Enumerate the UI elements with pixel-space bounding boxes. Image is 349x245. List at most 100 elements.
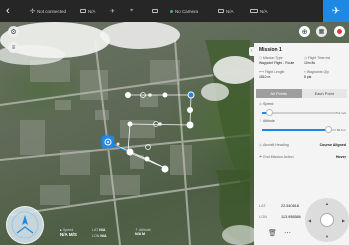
flight-length-cell: ⟷ Flight Length 1810 m	[259, 70, 284, 79]
connection-status: ✣ Not connected	[30, 0, 66, 22]
lat-value: 22.540818	[281, 204, 299, 208]
panel-collapse-handle[interactable]: ›	[249, 47, 254, 56]
app-root: ‹ ✣ Not connected N/A ✈ ⌖ No Camera N/A	[0, 0, 349, 245]
signal-icon	[80, 9, 86, 13]
map-settings-button[interactable]: ⚙	[8, 26, 19, 37]
tab-each-point[interactable]: Each Point	[301, 89, 347, 98]
crosshair-icon: ⊕	[301, 28, 308, 36]
plane-icon: ✈	[331, 5, 341, 17]
layers-icon: ≡	[11, 44, 16, 51]
speed-slider-handle[interactable]	[265, 109, 273, 116]
ruler-icon: ⟷	[259, 70, 264, 74]
route-icon: ⬡	[259, 56, 262, 60]
flight-length-value: 1810 m	[259, 75, 271, 79]
arrow-down-icon[interactable]: ▼	[325, 234, 329, 239]
telemetry-alt-value: N/A M	[135, 232, 146, 236]
lat-label: LAT	[259, 204, 266, 208]
lon-label: LON	[259, 215, 267, 219]
gps-status: ⌖	[130, 0, 133, 22]
altitude-label: Altitude	[262, 119, 275, 123]
telemetry-lon-label: LON	[92, 234, 100, 238]
end-action-value: Hover	[335, 155, 346, 159]
locate-button[interactable]: ⊕	[299, 26, 310, 37]
speed-value: 5.0 m/s	[336, 110, 346, 115]
waypoint-tools-icon: ⋯	[284, 230, 291, 237]
end-action-icon: ⚑	[259, 155, 263, 159]
altitude-slider-fill	[262, 129, 329, 131]
home-point-marker[interactable]	[100, 134, 116, 150]
gear-icon: ⚙	[10, 28, 17, 36]
chevron-left-icon: ‹	[6, 5, 10, 17]
record-icon	[337, 29, 342, 34]
point-tabs: All Points Each Point	[256, 89, 347, 98]
waypoints-label: Waypoints Qty	[306, 70, 329, 74]
gps-icon: ⌖	[130, 7, 134, 14]
lon-row: LON 113.958586	[259, 215, 301, 219]
waypoints-value: 8 pts	[304, 75, 312, 79]
map-mode-button[interactable]: ▦	[316, 26, 327, 37]
flight-time-value: 10m 8s	[304, 61, 316, 65]
battery-icon	[250, 9, 258, 13]
pin-icon: ⌖	[304, 70, 306, 74]
end-action-label: End Mission Action	[263, 155, 294, 159]
storage-icon	[218, 9, 224, 13]
connection-text: Not connected	[37, 8, 67, 14]
heading-row[interactable]: ◎ Aircraft Heading Course Aligned	[259, 143, 346, 147]
altitude-label-row: ⇡ Altitude	[259, 119, 275, 123]
satellite-icon: ✈	[110, 8, 116, 15]
heading-value: Course Aligned	[319, 143, 346, 147]
mission-type-value: Waypoint Flight - Route	[259, 61, 295, 65]
altitude-value: 50.0 m	[336, 127, 346, 132]
speed-icon: ⊙	[259, 102, 263, 106]
rc-status	[152, 0, 158, 22]
telemetry-lon: LON N/A	[92, 234, 107, 238]
trash-icon: 🗑	[268, 230, 277, 237]
flight-mode-button[interactable]: ✈	[323, 0, 349, 22]
arrow-left-icon[interactable]: ◀	[308, 218, 311, 223]
back-button[interactable]: ‹	[6, 0, 10, 22]
camera-text: No Camera	[175, 8, 199, 14]
speed-label-row: ⊙ Speed	[259, 102, 273, 106]
telemetry-speed-value: N/A M/S	[60, 232, 77, 237]
lon-value: 113.958586	[281, 215, 301, 219]
altitude-slider[interactable]	[262, 126, 336, 133]
more-button[interactable]: ⋯	[284, 229, 291, 237]
tab-all-points[interactable]: All Points	[256, 89, 302, 98]
telemetry-altitude: ⇡ Altitude N/A M	[135, 228, 151, 236]
altitude-slider-handle[interactable]	[325, 126, 333, 133]
delete-button[interactable]: 🗑	[268, 229, 277, 237]
satellite-status: ✈	[110, 0, 115, 22]
status-bar: ‹ ✣ Not connected N/A ✈ ⌖ No Camera N/A	[0, 0, 349, 22]
grid-icon: ▦	[318, 29, 325, 35]
speed-label: Speed	[263, 102, 274, 106]
compass-widget[interactable]	[6, 206, 44, 244]
camera-indicator-icon	[170, 9, 173, 13]
signal-status: N/A	[80, 0, 96, 22]
end-action-row[interactable]: ⚑ End Mission Action Hover	[259, 155, 346, 159]
arrow-up-icon[interactable]: ▲	[325, 201, 329, 206]
heading-label: Aircraft Heading	[262, 143, 289, 147]
map-layer-button[interactable]: ≡	[8, 42, 19, 53]
compass-icon: ◎	[259, 143, 263, 147]
telemetry-speed: ▸ Speed N/A M/S	[60, 228, 77, 237]
battery-status: N/A	[250, 0, 268, 22]
clock-icon: ◷	[304, 56, 307, 60]
battery-value: N/A	[260, 8, 268, 14]
speed-slider[interactable]	[262, 109, 336, 116]
drone-icon: ✣	[30, 8, 36, 15]
telemetry-lat-label: LAT	[92, 228, 99, 232]
signal-value: N/A	[88, 8, 96, 14]
storage-status: N/A	[218, 0, 234, 22]
arrow-right-icon[interactable]: ▶	[342, 218, 345, 223]
joystick-center[interactable]	[320, 213, 334, 227]
mission-type-cell: ⬡ Mission Type Waypoint Flight - Route	[259, 56, 294, 65]
position-joystick[interactable]: ▲ ▼ ◀ ▶	[305, 198, 349, 242]
telemetry-lon-value: N/A	[100, 234, 107, 238]
stop-button[interactable]	[334, 26, 345, 37]
telemetry-bar: ▸ Speed N/A M/S LAT N/A LON N/A ⇡ Altitu…	[60, 228, 170, 242]
rc-icon	[152, 9, 158, 13]
flight-time-cell: ◷ Flight Time est. 10m 8s	[304, 56, 331, 65]
mission-title[interactable]: Mission 1	[259, 47, 282, 53]
telemetry-lat: LAT N/A	[92, 228, 105, 232]
compass-needle-icon	[11, 211, 39, 239]
